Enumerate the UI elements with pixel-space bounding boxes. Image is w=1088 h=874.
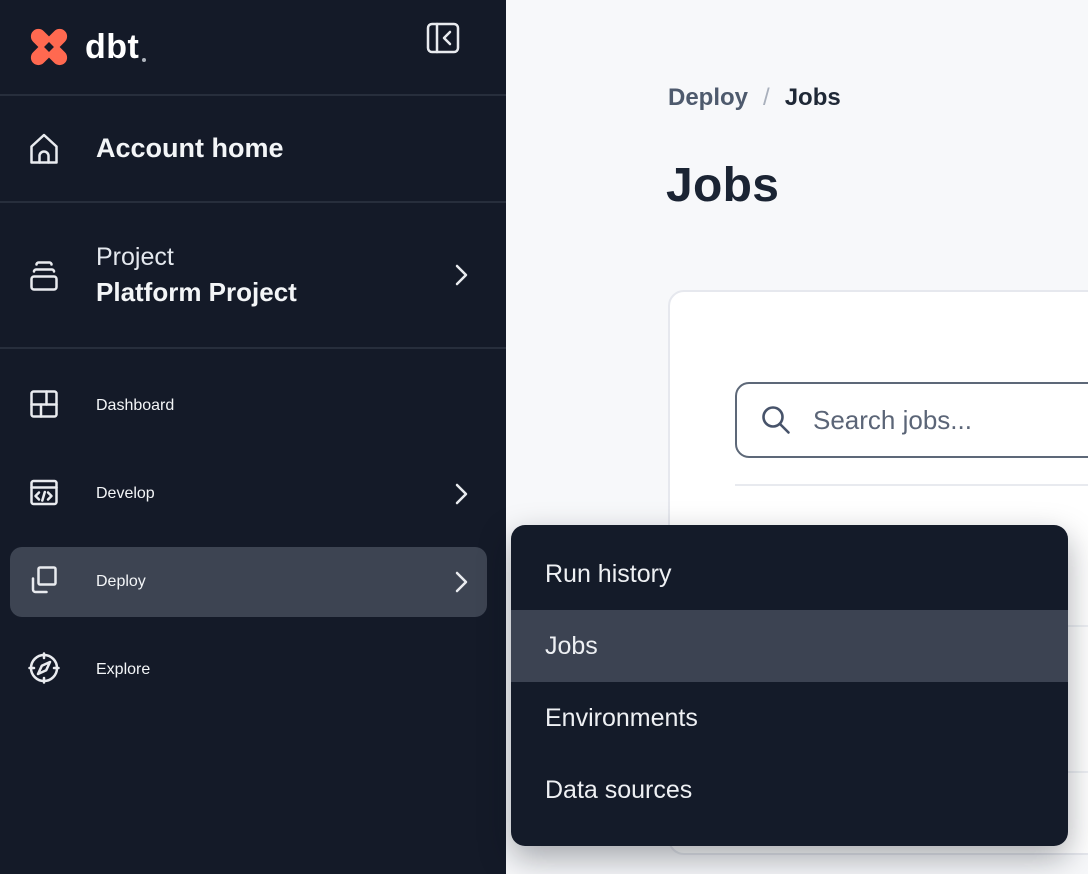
sidebar-item-label: Explore xyxy=(96,661,150,679)
sidebar-nav: Dashboard Develop xyxy=(0,349,506,705)
flyout-item-jobs[interactable]: Jobs xyxy=(511,610,1068,682)
card-divider xyxy=(735,484,1088,486)
sidebar-item-dashboard[interactable]: Dashboard xyxy=(10,371,487,441)
sidebar-item-label: Deploy xyxy=(96,573,146,591)
dbt-logo-text: dbt xyxy=(85,28,139,67)
sidebar-item-label: Account home xyxy=(96,133,284,164)
search-icon xyxy=(759,403,793,437)
dashboard-icon xyxy=(25,385,63,428)
sidebar-item-develop[interactable]: Develop xyxy=(10,459,487,529)
chevron-right-icon xyxy=(453,569,470,595)
breadcrumb-jobs: Jobs xyxy=(785,84,841,112)
chevron-right-icon xyxy=(453,481,470,507)
deploy-icon xyxy=(25,561,63,604)
breadcrumb-deploy[interactable]: Deploy xyxy=(668,84,748,112)
flyout-item-environments[interactable]: Environments xyxy=(511,682,1068,754)
chevron-right-icon xyxy=(453,262,470,288)
dbt-logo[interactable]: dbt xyxy=(25,23,139,71)
flyout-item-run-history[interactable]: Run history xyxy=(511,538,1068,610)
sidebar-header: dbt xyxy=(0,0,506,94)
deploy-submenu: Run history Jobs Environments Data sourc… xyxy=(511,525,1068,846)
sidebar-item-account-home[interactable]: Account home xyxy=(0,96,506,201)
sidebar-item-label: Develop xyxy=(96,485,155,503)
project-name: Platform Project xyxy=(96,277,297,308)
jobs-search xyxy=(735,382,1088,458)
collapse-sidebar-icon xyxy=(426,22,460,54)
sidebar-item-label: Dashboard xyxy=(96,397,174,415)
sidebar-item-project[interactable]: Project Platform Project xyxy=(0,203,506,347)
page-title: Jobs xyxy=(666,158,779,213)
flyout-item-data-sources[interactable]: Data sources xyxy=(511,754,1068,826)
breadcrumb-separator: / xyxy=(763,84,770,112)
dbt-logo-icon xyxy=(25,23,73,71)
project-eyebrow: Project xyxy=(96,243,297,272)
sidebar-item-deploy[interactable]: Deploy xyxy=(10,547,487,617)
breadcrumb: Deploy / Jobs xyxy=(668,84,841,112)
collapse-sidebar-button[interactable] xyxy=(426,22,460,54)
explore-compass-icon xyxy=(25,649,63,692)
sidebar: dbt Account home xyxy=(0,0,506,874)
search-jobs-input[interactable] xyxy=(813,384,1088,456)
develop-code-icon xyxy=(25,473,63,516)
project-stack-icon xyxy=(25,256,63,294)
sidebar-item-explore[interactable]: Explore xyxy=(10,635,487,705)
home-icon xyxy=(25,130,63,168)
